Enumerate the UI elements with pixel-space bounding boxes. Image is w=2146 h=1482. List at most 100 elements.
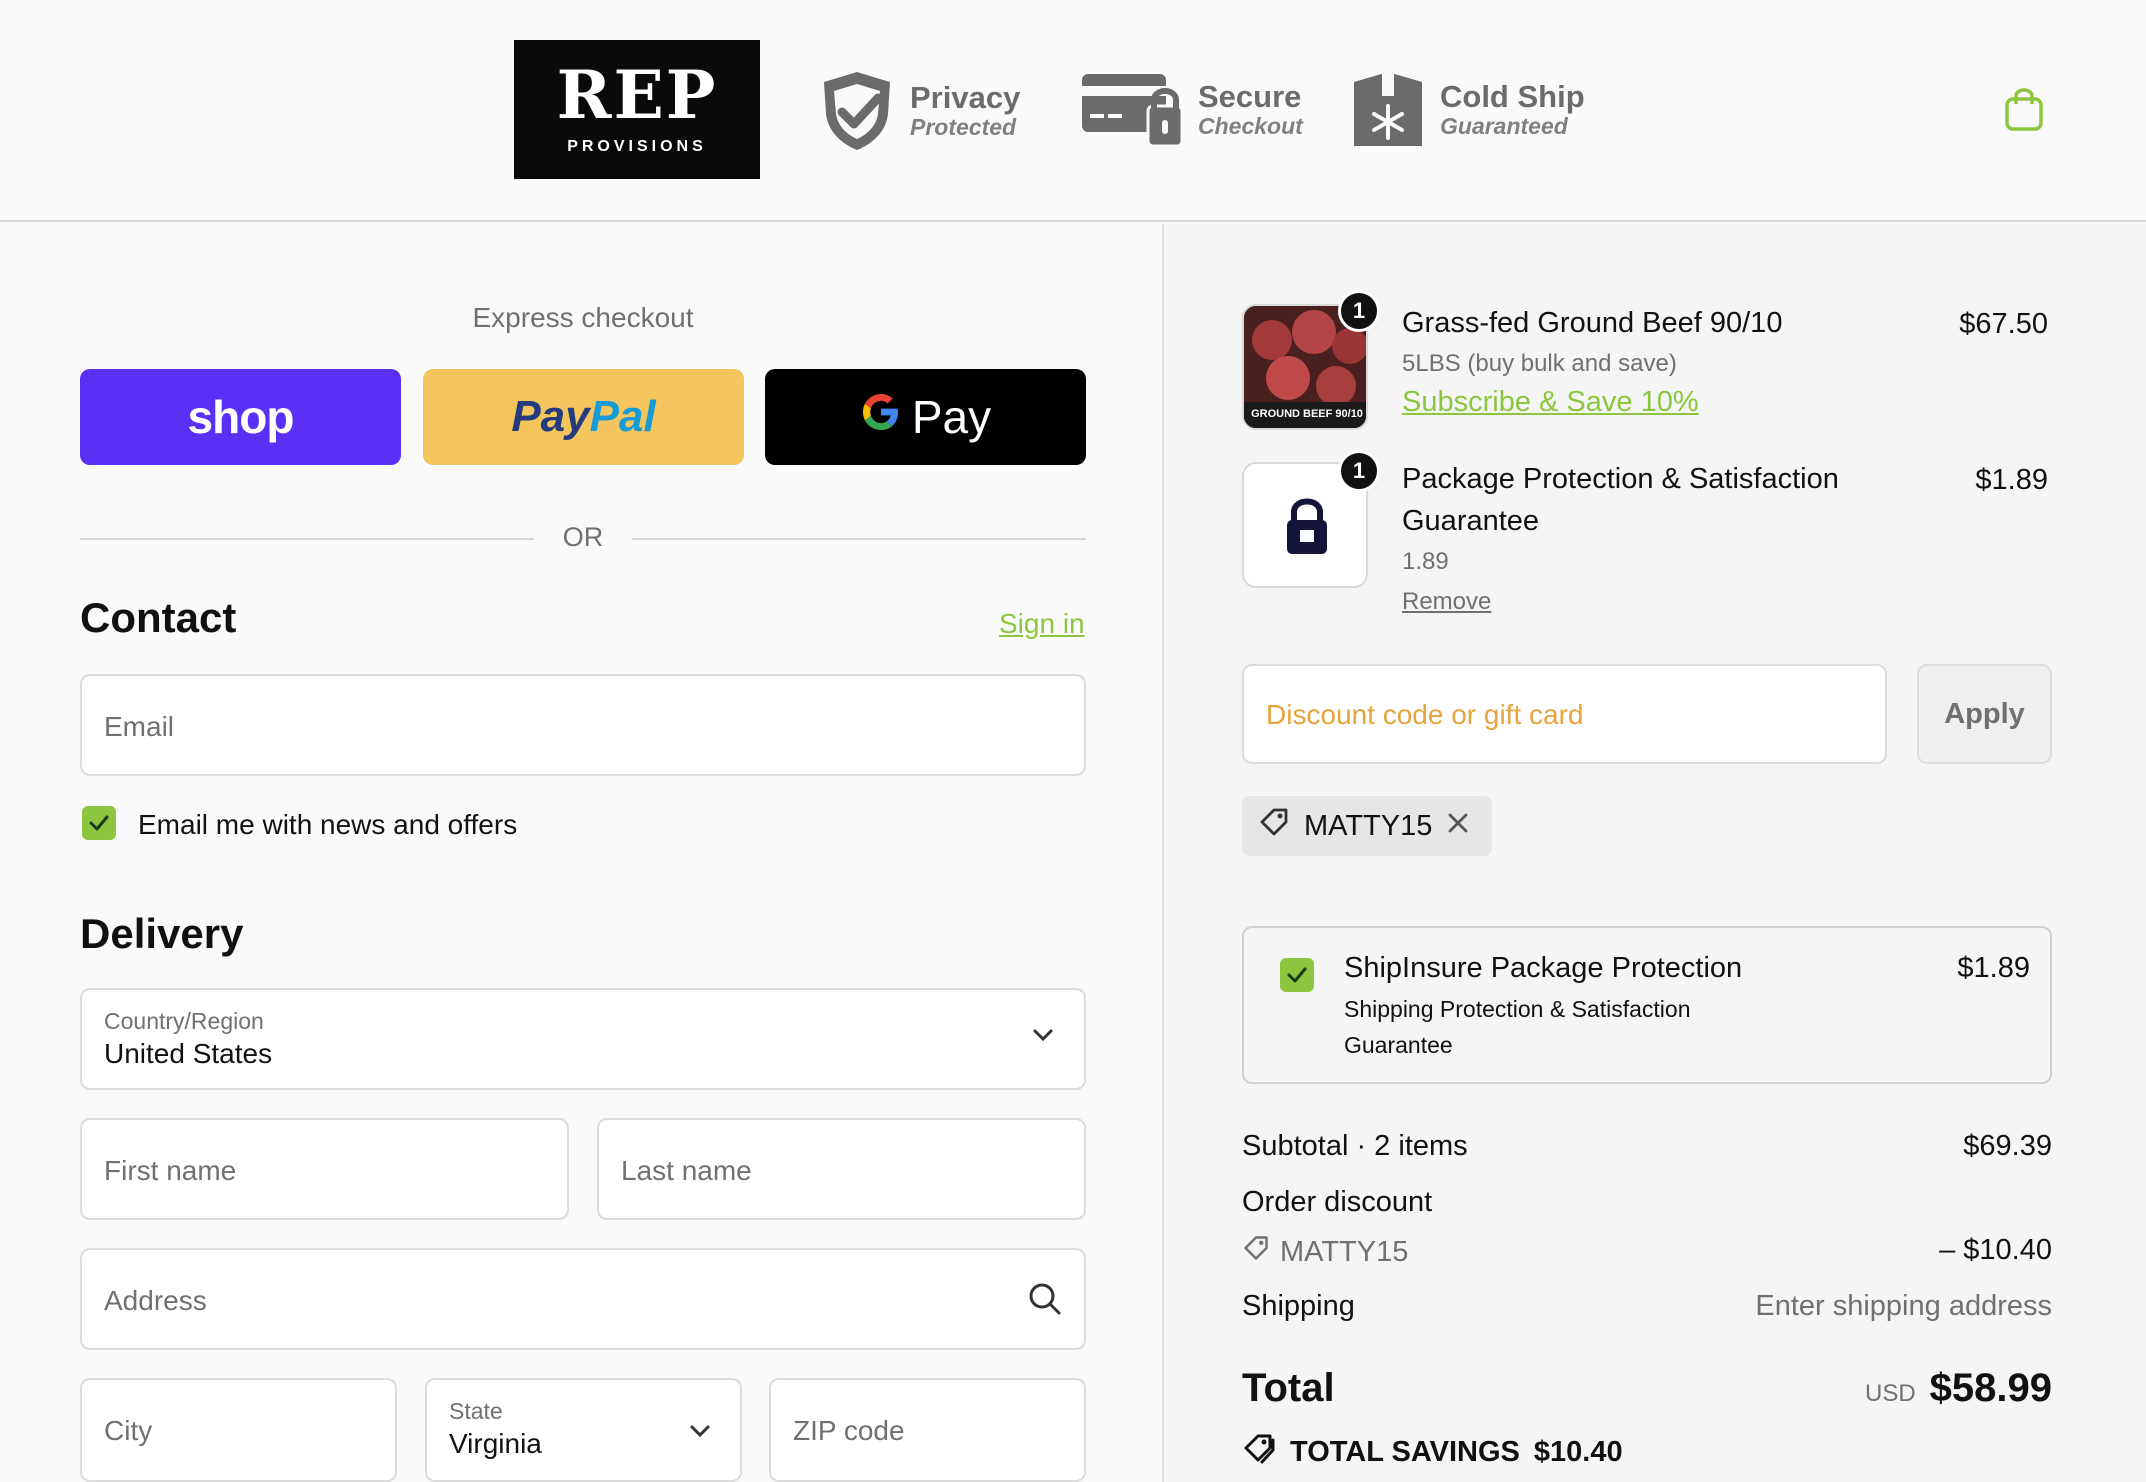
total-currency: USD bbox=[1864, 1380, 1916, 1407]
badge-subtitle: Guaranteed bbox=[1440, 113, 1568, 139]
country-label: Country/Region bbox=[104, 1008, 264, 1034]
badge-title: Secure bbox=[1198, 79, 1302, 114]
lock-icon bbox=[1284, 494, 1330, 561]
badge-subtitle: Protected bbox=[910, 114, 1017, 140]
search-icon bbox=[1028, 1282, 1062, 1321]
subtotal-value: $69.39 bbox=[1963, 1130, 2052, 1162]
rep-provisions-logo[interactable]: REP PROVISIONS bbox=[514, 40, 760, 179]
total-label: Total bbox=[1242, 1366, 1335, 1410]
cold-ship-badge: Cold Ship Guaranteed bbox=[1350, 68, 1585, 152]
subscribe-save-link[interactable]: Subscribe & Save 10% bbox=[1402, 386, 1699, 419]
discount-code-field[interactable]: Discount code or gift card bbox=[1242, 664, 1887, 764]
apply-discount-button[interactable]: Apply bbox=[1917, 664, 2052, 764]
email-placeholder: Email bbox=[104, 711, 175, 742]
shipinsure-desc-line-1: Shipping Protection & Satisfaction bbox=[1344, 996, 1691, 1022]
sign-in-link[interactable]: Sign in bbox=[999, 608, 1085, 640]
last-name-placeholder: Last name bbox=[621, 1155, 752, 1186]
total-savings-label: TOTAL SAVINGS bbox=[1290, 1435, 1520, 1468]
address-field[interactable]: Address bbox=[80, 1248, 1086, 1350]
state-value: Virginia bbox=[449, 1428, 542, 1459]
last-name-field[interactable]: Last name bbox=[597, 1118, 1086, 1220]
total-savings-row: TOTAL SAVINGS $10.40 bbox=[1242, 1432, 2052, 1472]
total-savings-value: $10.40 bbox=[1533, 1435, 1623, 1468]
item-name-line-2: Guarantee bbox=[1402, 505, 1540, 537]
shopping-bag-icon[interactable] bbox=[2004, 86, 2044, 137]
card-lock-icon bbox=[1080, 68, 1184, 152]
contact-heading: Contact bbox=[80, 594, 237, 641]
zip-code-placeholder: ZIP code bbox=[793, 1415, 905, 1446]
item-quantity-badge: 1 bbox=[1338, 450, 1380, 492]
order-discount-row: Order discount bbox=[1242, 1186, 2052, 1219]
shipinsure-checkbox[interactable] bbox=[1280, 958, 1314, 992]
total-value: $58.99 bbox=[1929, 1366, 2052, 1410]
zip-code-field[interactable]: ZIP code bbox=[769, 1378, 1086, 1482]
express-checkout-title: Express checkout bbox=[472, 302, 694, 333]
shipping-value: Enter shipping address bbox=[1755, 1290, 2052, 1322]
order-discount-value: – $10.40 bbox=[1939, 1234, 2052, 1266]
item-variant: 5LBS (buy bulk and save) bbox=[1402, 350, 1677, 377]
chevron-down-icon bbox=[1032, 1028, 1054, 1047]
checkout-form-column: Express checkout shop Pay Pal Pay OR Cont… bbox=[0, 224, 1162, 1482]
tag-icon bbox=[1258, 806, 1290, 846]
badge-subtitle: Checkout bbox=[1198, 113, 1303, 139]
paypal-label-pay: Pay bbox=[511, 392, 590, 441]
subtotal-row: Subtotal · 2 items $69.39 bbox=[1242, 1130, 2052, 1163]
address-placeholder: Address bbox=[104, 1285, 207, 1316]
item-price: $1.89 bbox=[1975, 464, 2048, 496]
remove-discount-close-icon[interactable] bbox=[1446, 810, 1470, 843]
google-pay-button[interactable]: Pay bbox=[765, 369, 1086, 465]
applied-discount-code: MATTY15 bbox=[1304, 809, 1433, 842]
item-name: Grass-fed Ground Beef 90/10 bbox=[1402, 307, 1783, 339]
shipping-row: Shipping Enter shipping address bbox=[1242, 1290, 2052, 1323]
google-g-icon bbox=[860, 390, 902, 444]
google-pay-label: Pay bbox=[911, 391, 992, 443]
tag-icon bbox=[1242, 1234, 1270, 1270]
chevron-down-icon bbox=[689, 1424, 711, 1443]
logo-sub-text: PROVISIONS bbox=[567, 138, 707, 155]
country-select[interactable]: Country/Region United States bbox=[80, 988, 1086, 1090]
newsletter-label: Email me with news and offers bbox=[138, 809, 518, 840]
shipinsure-box: ShipInsure Package Protection Shipping P… bbox=[1242, 926, 2052, 1084]
item-variant: 1.89 bbox=[1402, 548, 1449, 575]
delivery-heading: Delivery bbox=[80, 910, 244, 957]
order-discount-label: Order discount bbox=[1242, 1186, 1433, 1218]
savings-tag-icon bbox=[1242, 1432, 1276, 1472]
checkmark-icon bbox=[89, 815, 109, 831]
logo-main-text: REP bbox=[556, 56, 718, 134]
total-row: Total USD $58.99 bbox=[1242, 1366, 2052, 1416]
first-name-placeholder: First name bbox=[104, 1155, 237, 1186]
shipinsure-price: $1.89 bbox=[1957, 952, 2030, 984]
checkmark-icon bbox=[1287, 967, 1307, 983]
applied-discount-chip: MATTY15 bbox=[1242, 796, 1493, 856]
subtotal-label: Subtotal · 2 items bbox=[1242, 1130, 1468, 1162]
country-value: United States bbox=[104, 1038, 273, 1069]
shop-pay-button[interactable]: shop bbox=[80, 369, 401, 465]
state-label: State bbox=[449, 1398, 503, 1424]
order-discount-code-row: MATTY15 – $10.40 bbox=[1242, 1234, 2052, 1270]
secure-checkout-badge: Secure Checkout bbox=[1080, 68, 1303, 152]
remove-item-link[interactable]: Remove bbox=[1402, 588, 1491, 616]
shipinsure-title: ShipInsure Package Protection bbox=[1344, 952, 1743, 984]
snowflake-box-icon bbox=[1350, 68, 1426, 152]
product-image-caption: GROUND BEEF 90/10 bbox=[1251, 408, 1363, 420]
order-summary-column: GROUND BEEF 90/10 1 Grass-fed Ground Bee… bbox=[1162, 224, 2146, 1482]
shipping-label: Shipping bbox=[1242, 1290, 1355, 1322]
order-discount-code: MATTY15 bbox=[1280, 1235, 1409, 1268]
or-divider-text: OR bbox=[562, 522, 604, 552]
shipinsure-desc-line-2: Guarantee bbox=[1344, 1032, 1453, 1058]
privacy-badge: Privacy Protected bbox=[818, 68, 1020, 154]
email-field[interactable]: Email bbox=[80, 674, 1086, 776]
or-divider: OR bbox=[80, 518, 1086, 558]
badge-title: Privacy bbox=[910, 80, 1021, 115]
city-placeholder: City bbox=[104, 1415, 153, 1446]
state-select[interactable]: State Virginia bbox=[425, 1378, 742, 1482]
paypal-button[interactable]: Pay Pal bbox=[423, 369, 744, 465]
paypal-label-pal: Pal bbox=[589, 392, 656, 441]
city-field[interactable]: City bbox=[80, 1378, 397, 1482]
discount-code-placeholder: Discount code or gift card bbox=[1266, 699, 1584, 730]
shop-pay-label: shop bbox=[187, 391, 295, 443]
shield-check-icon bbox=[818, 68, 896, 154]
newsletter-checkbox[interactable] bbox=[82, 806, 116, 840]
first-name-field[interactable]: First name bbox=[80, 1118, 569, 1220]
badge-title: Cold Ship bbox=[1440, 79, 1585, 114]
